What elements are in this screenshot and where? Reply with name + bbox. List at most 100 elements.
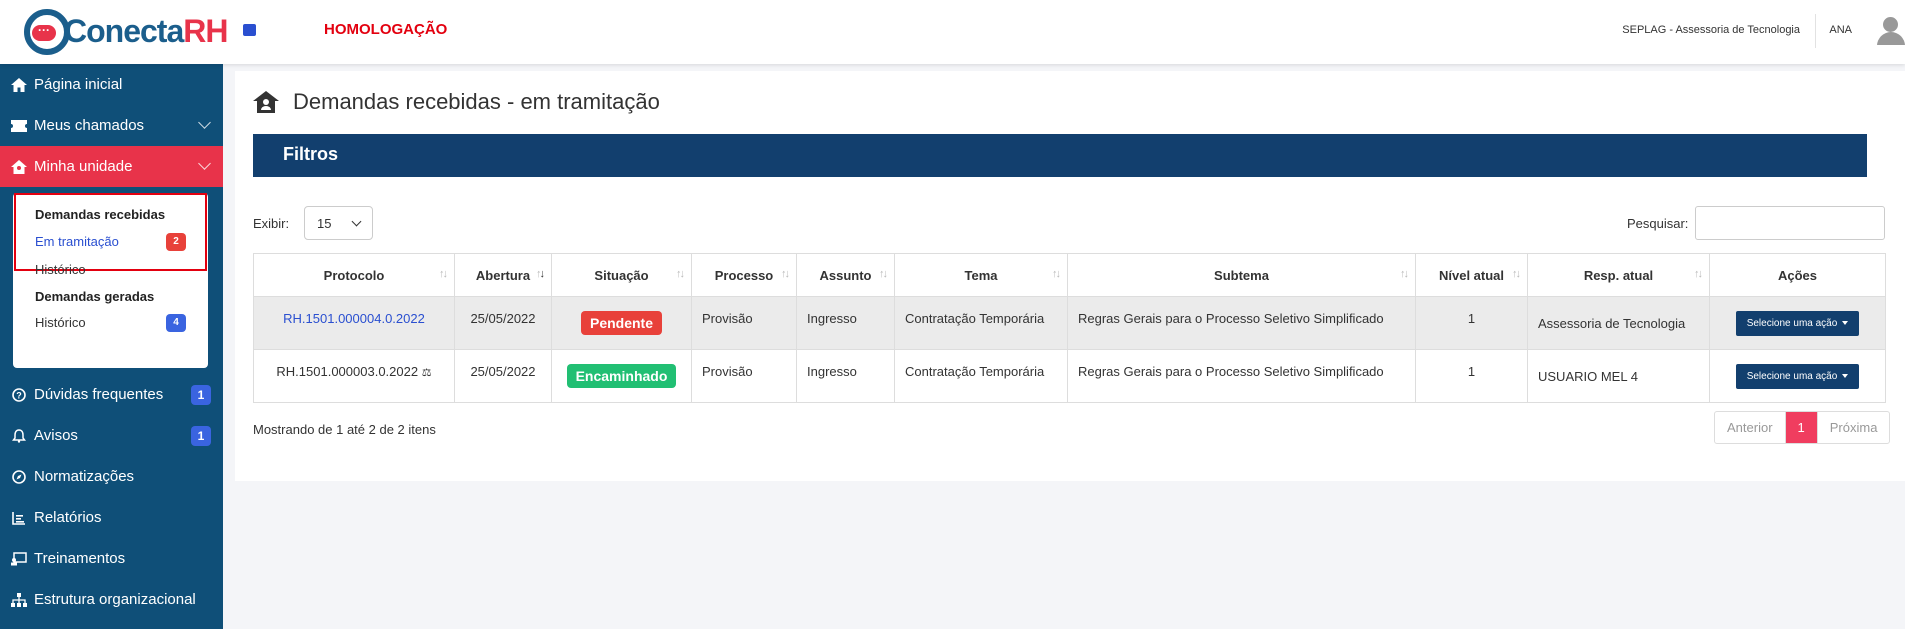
- cell-nivel: 1: [1415, 296, 1528, 350]
- cell-abertura: 25/05/2022: [454, 296, 552, 350]
- col-acoes: Ações: [1709, 253, 1886, 297]
- environment-label: HOMOLOGAÇÃO: [324, 21, 448, 38]
- sidebar-item-home[interactable]: Página inicial: [0, 64, 223, 105]
- sidebar-item-label: Página inicial: [34, 76, 123, 93]
- user-name[interactable]: ANA: [1829, 24, 1852, 36]
- sidebar-item-estrutura-organizacional[interactable]: Estrutura organizacional: [0, 579, 223, 620]
- cell-situacao: Pendente: [551, 296, 692, 350]
- submenu-title-demandas-geradas: Demandas geradas: [35, 289, 155, 304]
- demands-table: Protocolo ↑↓ Abertura ↑↓ Situação ↑↓ Proces…: [253, 253, 1886, 403]
- pager-previous[interactable]: Anterior: [1715, 412, 1785, 443]
- home-icon: [10, 77, 28, 93]
- show-entries-select[interactable]: 15: [304, 206, 373, 240]
- caret-down-icon: [1842, 320, 1849, 325]
- cell-protocolo[interactable]: RH.1501.000004.0.2022: [253, 296, 455, 350]
- col-assunto[interactable]: Assunto ↑↓: [796, 253, 895, 297]
- sidebar-item-label: Minha unidade: [34, 158, 133, 175]
- sort-icon: ↑↓: [781, 268, 790, 280]
- scale-money-icon: ⚖: [421, 367, 432, 379]
- search-input[interactable]: [1695, 206, 1885, 240]
- sort-icon: ↑↓: [1694, 268, 1703, 280]
- status-badge: Pendente: [580, 311, 662, 335]
- submenu-item-em-tramitacao[interactable]: Em tramitação: [35, 234, 119, 249]
- selection-highlight: [14, 193, 207, 271]
- historico-geradas-badge: 4: [166, 314, 186, 332]
- sidebar-item-treinamentos[interactable]: Treinamentos: [0, 538, 223, 579]
- cell-resp: USUARIO MEL 4: [1527, 349, 1710, 403]
- submenu-title-demandas-recebidas: Demandas recebidas: [35, 207, 166, 222]
- action-dropdown-button[interactable]: Selecione uma ação: [1735, 363, 1860, 389]
- conecta-rh-logo[interactable]: ··· ConectaRH: [24, 9, 228, 55]
- sidebar-item-label: Avisos: [34, 427, 78, 444]
- sort-icon: ↑↓: [439, 268, 448, 280]
- pager-next[interactable]: Próxima: [1818, 412, 1890, 443]
- cell-situacao: Encaminhado: [551, 349, 692, 403]
- cell-tema: Contratação Temporária: [894, 349, 1068, 403]
- chevron-down-icon: [351, 216, 362, 227]
- sidebar-item-meus-chamados[interactable]: Meus chamados: [0, 105, 223, 146]
- sidebar-item-label: Normatizações: [34, 468, 135, 485]
- org-icon: [10, 592, 28, 608]
- protocol-text: RH.1501.000003.0.2022: [276, 364, 419, 379]
- cell-resp: Assessoria de Tecnologia: [1527, 296, 1710, 350]
- status-badge: Encaminhado: [566, 364, 677, 388]
- col-processo[interactable]: Processo ↑↓: [691, 253, 797, 297]
- bell-icon: [10, 428, 28, 444]
- cell-processo: Provisão: [691, 349, 797, 403]
- table-header-row: Protocolo ↑↓ Abertura ↑↓ Situação ↑↓ Proces…: [253, 253, 1886, 297]
- table-row: RH.1501.000003.0.2022 ⚖ 25/05/2022 Encam…: [253, 349, 1886, 403]
- sidebar-item-avisos[interactable]: Avisos 1: [0, 415, 223, 456]
- cell-tema: Contratação Temporária: [894, 296, 1068, 350]
- sort-icon: ↑↓: [1052, 268, 1061, 280]
- cell-acoes: Selecione uma ação: [1709, 349, 1886, 403]
- chevron-down-icon: [198, 116, 211, 129]
- table-info: Mostrando de 1 até 2 de 2 itens: [253, 422, 436, 437]
- ticket-icon: [10, 118, 28, 134]
- unit-home-icon: [10, 159, 28, 175]
- filters-toggle[interactable]: Filtros: [253, 134, 1867, 177]
- page-title-text: Demandas recebidas - em tramitação: [293, 89, 660, 114]
- sidebar-item-label: Treinamentos: [34, 550, 126, 567]
- sort-icon: ↑↓: [536, 268, 545, 280]
- sidebar-item-duvidas-frequentes[interactable]: ? Dúvidas frequentes 1: [0, 374, 223, 415]
- col-nivel-atual[interactable]: Nível atual ↑↓: [1415, 253, 1528, 297]
- sort-icon: ↑↓: [1512, 268, 1521, 280]
- cell-assunto: Ingresso: [796, 349, 895, 403]
- sidebar-item-label: Relatórios: [34, 509, 102, 526]
- report-icon: [10, 510, 28, 526]
- sidebar-item-relatorios[interactable]: Relatórios: [0, 497, 223, 538]
- divider: [1815, 14, 1816, 48]
- col-protocolo[interactable]: Protocolo ↑↓: [253, 253, 455, 297]
- sort-icon: ↑↓: [1400, 268, 1409, 280]
- minha-unidade-submenu: Demandas recebidas Em tramitação 2 Histó…: [13, 193, 208, 368]
- col-situacao[interactable]: Situação ↑↓: [551, 253, 692, 297]
- submenu-item-historico-geradas[interactable]: Histórico: [35, 315, 86, 330]
- cell-acoes: Selecione uma ação: [1709, 296, 1886, 350]
- submenu-item-historico-recebidas[interactable]: Histórico: [35, 262, 86, 277]
- cell-subtema: Regras Gerais para o Processo Seletivo S…: [1067, 296, 1416, 350]
- chat-bubble-icon: ···: [32, 24, 56, 41]
- action-dropdown-button[interactable]: Selecione uma ação: [1735, 310, 1860, 336]
- sidebar-item-minha-unidade[interactable]: Minha unidade: [0, 146, 223, 187]
- filters-label: Filtros: [283, 144, 339, 164]
- sort-icon: ↑↓: [676, 268, 685, 280]
- sidebar-item-normatizacoes[interactable]: Normatizações: [0, 456, 223, 497]
- col-resp-atual[interactable]: Resp. atual ↑↓: [1527, 253, 1710, 297]
- avatar[interactable]: [1875, 15, 1905, 45]
- col-tema[interactable]: Tema ↑↓: [894, 253, 1068, 297]
- pager-page-1[interactable]: 1: [1784, 412, 1818, 443]
- main-content: Demandas recebidas - em tramitação Filtr…: [235, 71, 1905, 481]
- col-subtema[interactable]: Subtema ↑↓: [1067, 253, 1416, 297]
- protocol-link[interactable]: RH.1501.000004.0.2022: [283, 311, 425, 326]
- menu-toggle-icon[interactable]: [243, 24, 256, 36]
- show-entries-label: Exibir:: [253, 216, 290, 231]
- show-entries-value: 15: [317, 216, 332, 231]
- unit-home-icon: [253, 91, 279, 113]
- compass-icon: [10, 469, 28, 485]
- cell-protocolo: RH.1501.000003.0.2022 ⚖: [253, 349, 455, 403]
- svg-text:?: ?: [16, 390, 22, 400]
- user-unit-label: SEPLAG - Assessoria de Tecnologia: [1622, 24, 1800, 36]
- cell-abertura: 25/05/2022: [454, 349, 552, 403]
- sidebar: Página inicial Meus chamados Minha unida…: [0, 64, 223, 629]
- col-abertura[interactable]: Abertura ↑↓: [454, 253, 552, 297]
